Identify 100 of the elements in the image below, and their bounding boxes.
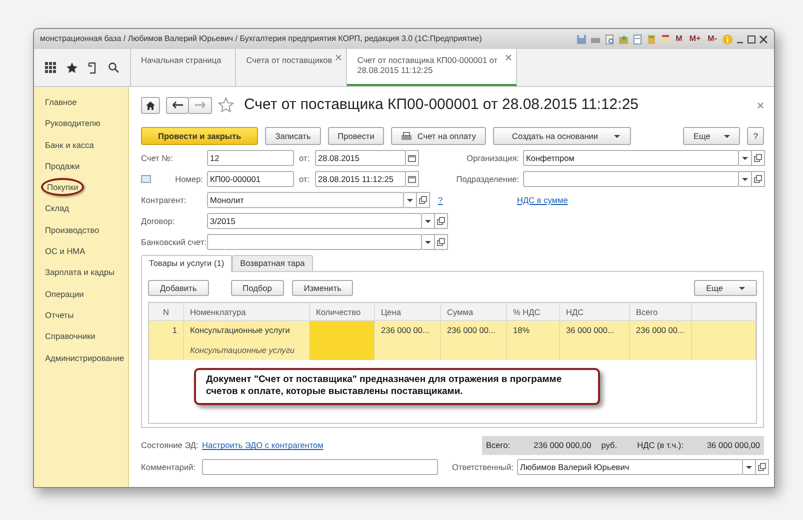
home-button[interactable] bbox=[141, 96, 160, 114]
memory-button[interactable]: M- bbox=[706, 33, 719, 45]
input-field[interactable]: 28.08.2015 11:12:25 bbox=[315, 171, 406, 187]
content-tab[interactable]: Товары и услуги (1) bbox=[141, 255, 232, 272]
sidebar-item[interactable]: Руководителю bbox=[41, 116, 104, 130]
open-tab[interactable]: Начальная страница bbox=[131, 49, 236, 86]
field-label: Ответственный: bbox=[452, 460, 515, 474]
table-cell[interactable] bbox=[310, 321, 375, 360]
open-button[interactable] bbox=[435, 213, 448, 229]
open-form-icon bbox=[437, 238, 445, 246]
vat-amount: 36 000 000,00 bbox=[706, 439, 760, 452]
input-field[interactable]: Конфетпром bbox=[523, 150, 739, 166]
help-link[interactable]: ? bbox=[438, 194, 517, 206]
open-tab[interactable]: Счет от поставщика КП00-000001 от 28.08.2015 11:12:25 bbox=[347, 49, 518, 86]
open-form-icon bbox=[758, 463, 766, 471]
toolbar-button[interactable]: Провести bbox=[328, 127, 384, 145]
calendar-icon[interactable] bbox=[660, 34, 671, 44]
input-field[interactable]: 28.08.2015 bbox=[315, 150, 406, 166]
sidebar-item[interactable]: Зарплата и кадры bbox=[41, 265, 118, 280]
open-button[interactable] bbox=[417, 192, 430, 208]
table-button[interactable]: Подбор bbox=[230, 280, 284, 296]
cell-subtext: Консультационные услуги bbox=[190, 344, 296, 357]
more-button[interactable]: Еще bbox=[694, 280, 757, 296]
calendar-button[interactable] bbox=[406, 150, 419, 166]
sidebar-item[interactable]: Банк и касса bbox=[41, 138, 98, 152]
sidebar-item[interactable]: Покупки bbox=[41, 178, 84, 196]
sidebar-item[interactable]: Отчеты bbox=[41, 308, 78, 322]
dropdown-button[interactable] bbox=[743, 459, 756, 475]
maximize-icon[interactable] bbox=[747, 34, 756, 44]
close-icon[interactable] bbox=[505, 54, 512, 61]
favorites-icon[interactable] bbox=[618, 34, 629, 44]
input-field[interactable] bbox=[523, 171, 739, 187]
home-icon bbox=[146, 100, 155, 110]
preview-icon[interactable] bbox=[604, 34, 615, 44]
sidebar-item[interactable]: Операции bbox=[41, 286, 88, 301]
input-field[interactable] bbox=[202, 459, 438, 475]
content-tab[interactable]: Возвратная тара bbox=[232, 255, 313, 272]
table-button[interactable]: Изменить bbox=[292, 280, 354, 296]
dropdown-button[interactable] bbox=[739, 150, 752, 166]
toolbar-button[interactable]: Провести и закрыть bbox=[141, 127, 258, 145]
sidebar-item[interactable]: Справочники bbox=[41, 329, 100, 344]
close-icon[interactable] bbox=[335, 54, 342, 61]
dropdown-button[interactable] bbox=[422, 234, 435, 250]
star-icon[interactable] bbox=[66, 62, 78, 74]
field-label: Подразделение: bbox=[455, 172, 520, 186]
open-button[interactable] bbox=[756, 459, 769, 475]
toolbar-button[interactable]: Записать bbox=[265, 127, 321, 145]
table-cell: 236 000 00... bbox=[375, 321, 441, 360]
close-icon[interactable] bbox=[757, 102, 764, 108]
more-button[interactable]: Еще bbox=[683, 127, 740, 145]
column-header: N bbox=[149, 303, 184, 320]
caret-icon bbox=[407, 198, 413, 202]
input-field[interactable]: Любимов Валерий Юрьевич bbox=[517, 459, 743, 475]
sidebar-item[interactable]: Администрирование bbox=[41, 350, 128, 365]
toolbar-button[interactable]: Счет на оплату bbox=[391, 127, 486, 145]
edo-setup-link[interactable]: Настроить ЭДО с контрагентом bbox=[202, 439, 324, 452]
total-label: Всего: bbox=[486, 439, 510, 452]
input-field[interactable] bbox=[207, 234, 422, 250]
sidebar-item[interactable]: Главное bbox=[41, 95, 81, 109]
dropdown-button[interactable] bbox=[739, 171, 752, 187]
forward-arrow-icon bbox=[194, 101, 206, 109]
memory-button[interactable]: M+ bbox=[687, 33, 703, 45]
column-header: Всего bbox=[630, 303, 692, 320]
dropdown-button[interactable] bbox=[404, 192, 417, 208]
vat-label: НДС (в т.ч.): bbox=[637, 439, 684, 452]
caret-icon bbox=[742, 156, 748, 160]
column-header: % НДС bbox=[507, 303, 560, 320]
dropdown-button[interactable] bbox=[422, 213, 435, 229]
document-icon bbox=[141, 175, 151, 183]
table-button[interactable]: Добавить bbox=[148, 280, 209, 296]
open-form-icon bbox=[437, 217, 445, 225]
apps-grid-icon[interactable] bbox=[44, 62, 56, 73]
document-icon[interactable] bbox=[632, 34, 643, 44]
vat-link[interactable]: НДС в сумме bbox=[517, 194, 568, 206]
input-field[interactable]: КП00-000001 bbox=[207, 171, 294, 187]
field-label: Организация: bbox=[466, 152, 520, 164]
input-field[interactable]: 3/2015 bbox=[207, 213, 422, 229]
input-field[interactable]: 12 bbox=[207, 150, 294, 166]
open-button[interactable] bbox=[752, 171, 765, 187]
sidebar-item[interactable]: Продажи bbox=[41, 158, 84, 173]
memory-button[interactable]: M bbox=[674, 33, 684, 45]
calendar-icon bbox=[408, 154, 416, 162]
field-label: от: bbox=[299, 172, 311, 186]
calendar-button[interactable] bbox=[406, 171, 419, 187]
open-button[interactable] bbox=[435, 234, 448, 250]
close-icon[interactable] bbox=[759, 34, 768, 44]
printer-icon bbox=[401, 132, 412, 140]
star-icon[interactable] bbox=[218, 97, 234, 113]
back-button[interactable] bbox=[166, 96, 189, 114]
open-button[interactable] bbox=[752, 150, 765, 166]
sidebar-item[interactable]: Производство bbox=[41, 222, 104, 237]
sidebar-item[interactable]: ОС и НМА bbox=[41, 244, 90, 258]
callout-note: Документ "Счет от поставщика" предназначен для отражения в программе счетов к оплате, которые выставлены поставщиками. bbox=[194, 368, 600, 405]
input-field[interactable]: Монолит bbox=[207, 192, 404, 208]
open-form-icon bbox=[419, 196, 427, 204]
sidebar-item[interactable]: Склад bbox=[41, 201, 74, 216]
help-button[interactable]: ? bbox=[747, 127, 764, 145]
search-icon[interactable] bbox=[108, 62, 120, 73]
field-label: Номер: bbox=[174, 172, 204, 186]
toolbar-button[interactable]: Создать на основании bbox=[492, 127, 632, 145]
